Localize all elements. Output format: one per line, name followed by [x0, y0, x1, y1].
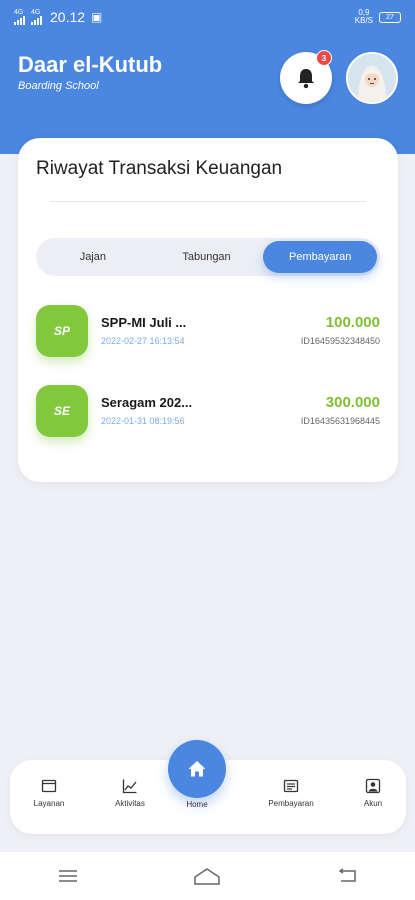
transaction-date: 2022-02-27 16:13:54	[101, 336, 185, 346]
transaction-name: Seragam 202...	[101, 395, 193, 410]
nav-aktivitas[interactable]: Aktivitas	[98, 778, 162, 808]
transaction-history-card: Riwayat Transaksi Keuangan Jajan Tabunga…	[18, 138, 398, 482]
transaction-id: ID16459532348450	[300, 336, 380, 346]
nav-pembayaran[interactable]: Pembayaran	[259, 778, 323, 808]
user-icon	[365, 778, 381, 794]
divider	[50, 201, 366, 202]
nav-label: Pembayaran	[268, 799, 314, 808]
notification-button[interactable]: 3	[280, 50, 332, 104]
nav-layanan[interactable]: Layanan	[17, 778, 81, 808]
status-bar: 4G 4G 20.12 ▣ 0,9 KB/S 27	[0, 0, 415, 34]
avatar-image	[348, 54, 396, 102]
sim2-label: 4G	[31, 9, 41, 16]
transaction-item[interactable]: SE Seragam 202... 2022-01-31 08:19:56 30…	[36, 385, 380, 437]
transaction-name: SPP-MI Juli ...	[101, 315, 187, 330]
nav-label: Layanan	[33, 799, 65, 808]
tab-tabungan[interactable]: Tabungan	[150, 241, 264, 273]
chart-icon	[122, 779, 137, 794]
window-icon	[41, 779, 57, 793]
transaction-item[interactable]: SP SPP-MI Juli ... 2022-02-27 16:13:54 1…	[36, 305, 380, 357]
app-subtitle: Boarding School	[18, 80, 99, 92]
net-speed: 0,9 KB/S	[354, 8, 373, 25]
nav-label: Akun	[363, 799, 383, 808]
receipt-icon	[283, 779, 299, 793]
sim1-label: 4G	[14, 9, 24, 16]
nav-label: Aktivitas	[115, 799, 145, 808]
tab-bar: Jajan Tabungan Pembayaran	[36, 238, 380, 276]
back-icon[interactable]	[336, 868, 358, 884]
card-title: Riwayat Transaksi Keuangan	[36, 158, 283, 179]
signal-1: 4G	[14, 9, 25, 25]
app-title: Daar el-Kutub	[18, 52, 163, 77]
avatar[interactable]	[346, 52, 398, 104]
home-icon	[188, 761, 206, 777]
system-nav-bar	[0, 852, 415, 900]
notification-badge: 3	[316, 50, 332, 66]
status-time: 20.12	[50, 9, 86, 25]
bell-icon	[298, 69, 314, 89]
battery-icon: 27	[379, 11, 401, 23]
transaction-amount: 300.000	[325, 394, 380, 411]
menu-icon[interactable]	[57, 868, 79, 884]
transaction-badge: SE	[36, 385, 88, 437]
tab-jajan[interactable]: Jajan	[36, 241, 150, 273]
nav-akun[interactable]: Akun	[341, 778, 405, 808]
gallery-icon: ▣	[91, 10, 103, 24]
nav-home-label: Home	[186, 800, 208, 809]
battery-level: 27	[386, 13, 394, 21]
transaction-amount: 100.000	[325, 314, 380, 331]
home-nav-icon[interactable]	[193, 867, 221, 885]
transaction-badge: SP	[36, 305, 88, 357]
signal-2: 4G	[31, 9, 42, 25]
transaction-date: 2022-01-31 08:19:56	[101, 416, 185, 426]
transaction-id: ID16435631968445	[300, 416, 380, 426]
tab-pembayaran[interactable]: Pembayaran	[263, 241, 378, 273]
nav-home-button[interactable]	[168, 740, 226, 798]
